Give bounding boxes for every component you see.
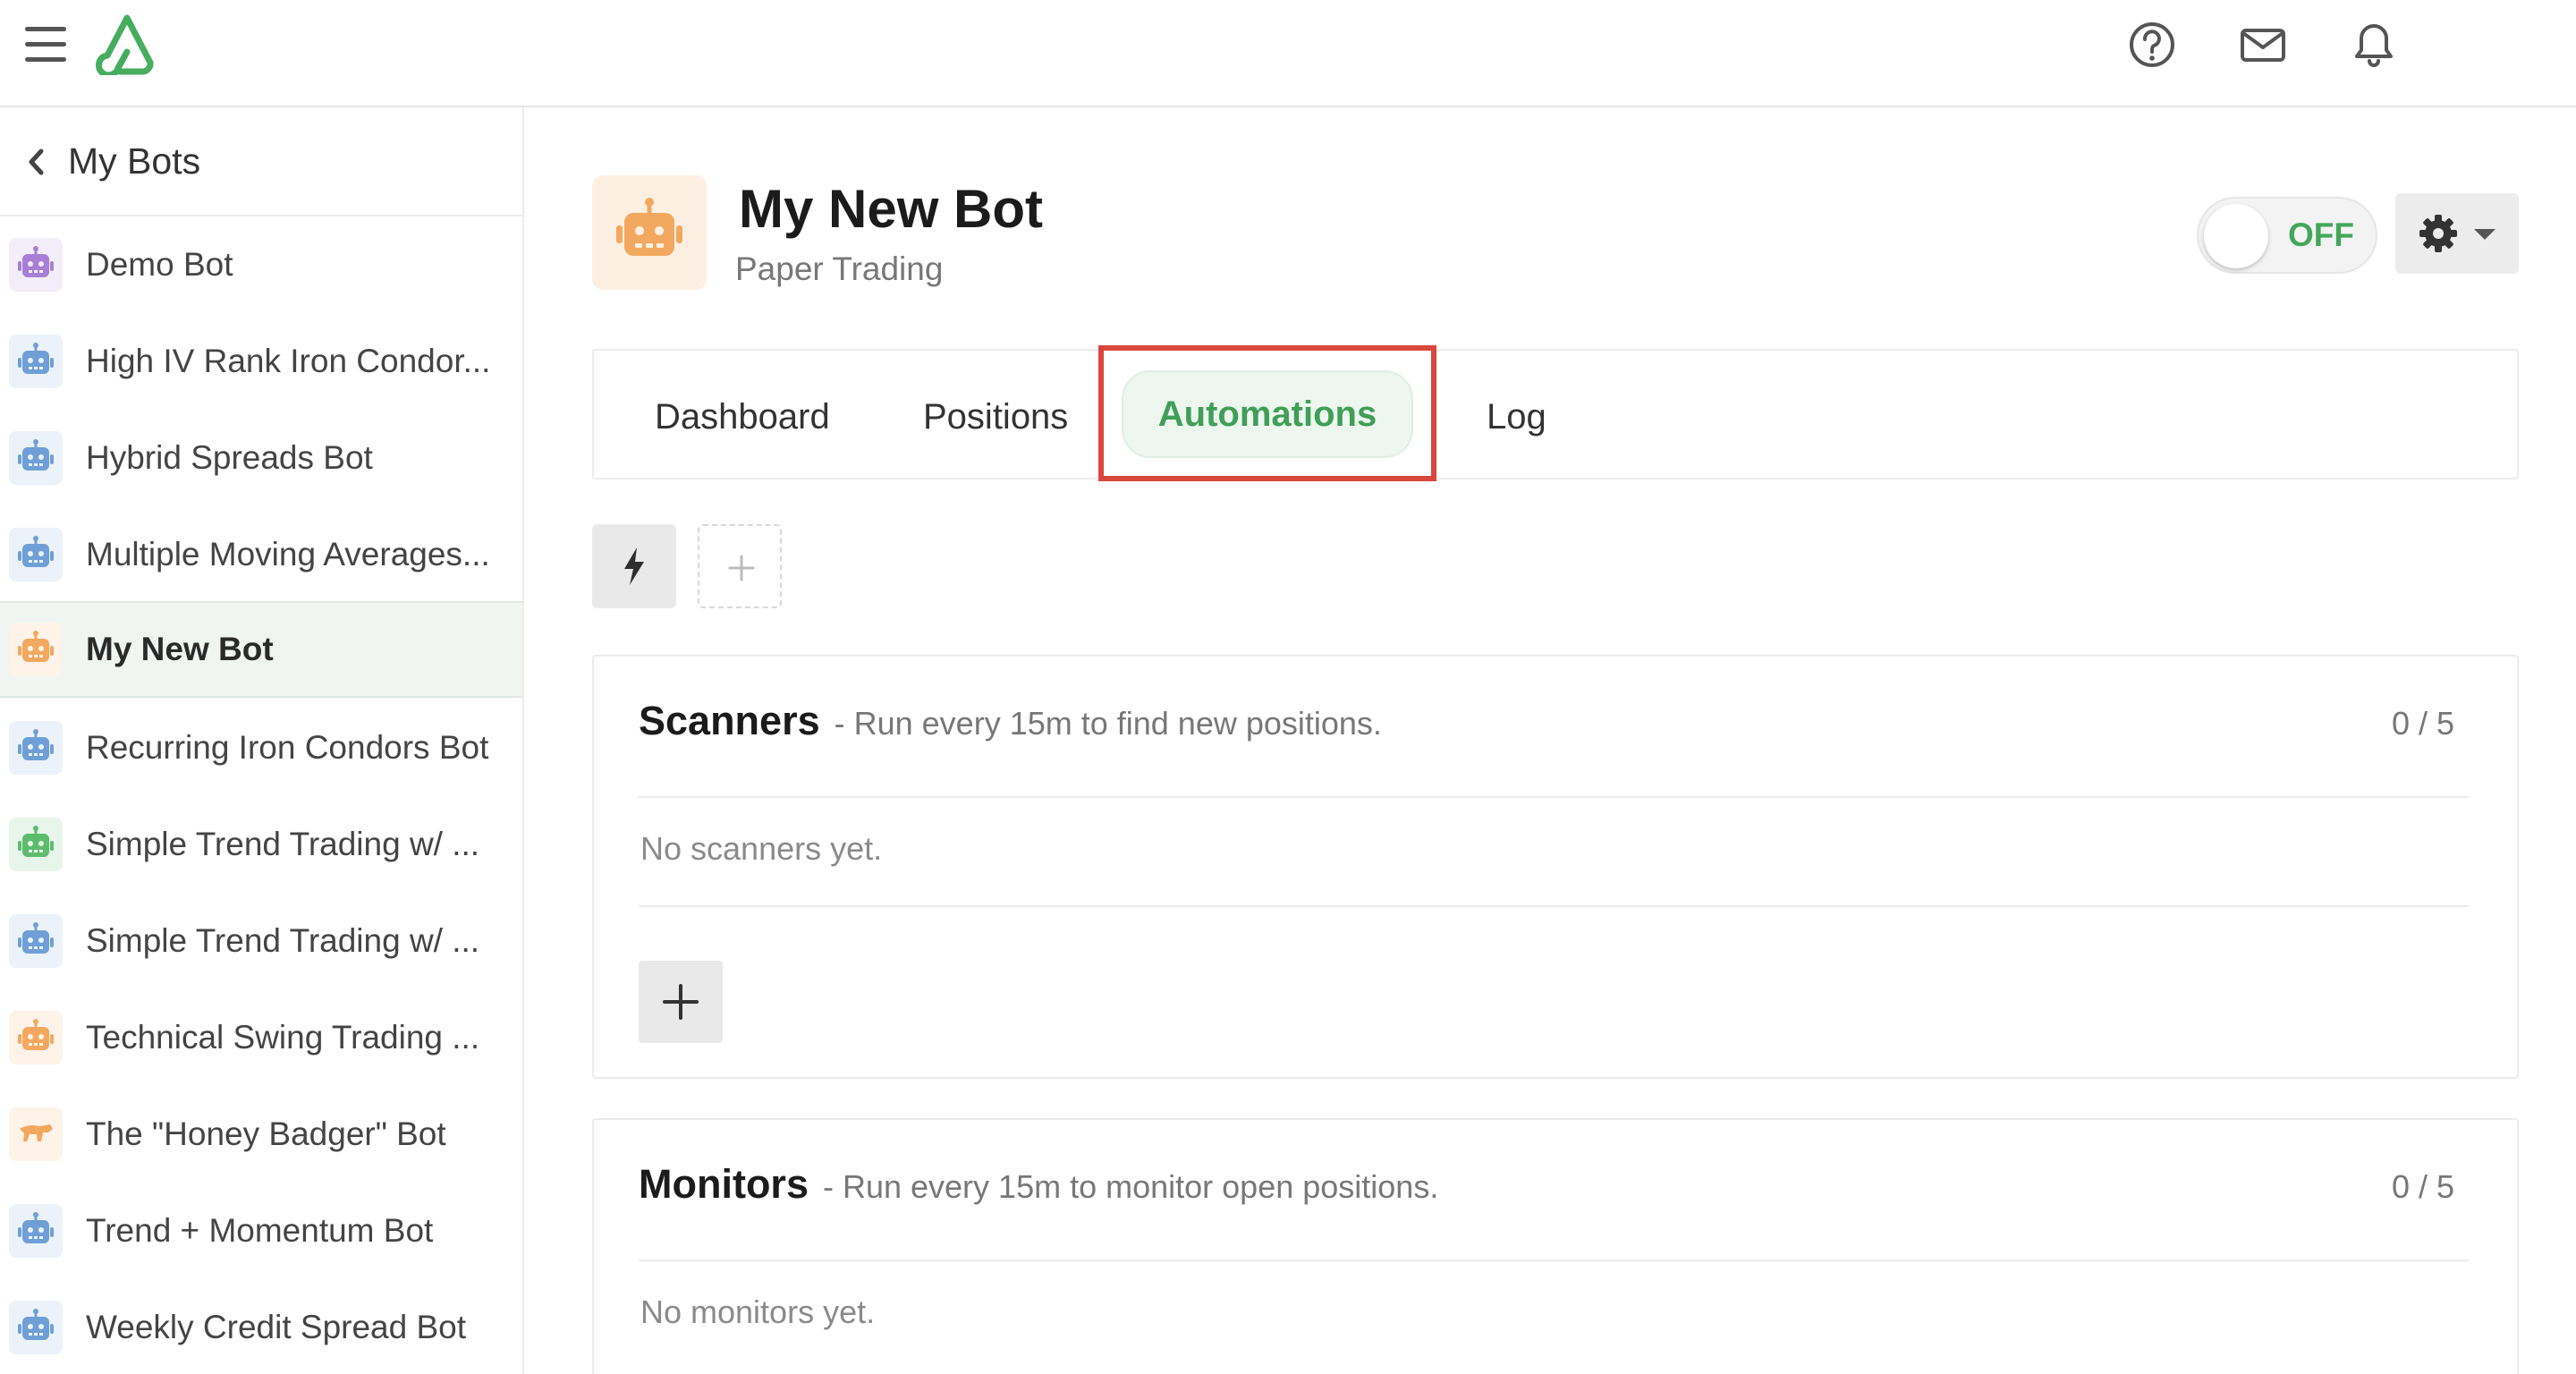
toggle-knob (2204, 204, 2268, 268)
app-logo[interactable] (93, 13, 161, 79)
mail-icon[interactable] (2236, 18, 2290, 72)
add-automation-button[interactable] (698, 524, 782, 608)
sidebar-bot-item[interactable]: Simple Trend Trading w/ ... (0, 893, 522, 986)
sidebar-bot-label: Demo Bot (86, 246, 233, 283)
tab-log[interactable]: Log (1487, 388, 1546, 445)
sidebar-bot-item[interactable]: My New Bot (0, 601, 522, 698)
bot-on-off-toggle[interactable]: OFF (2197, 197, 2377, 274)
divider (639, 1260, 2469, 1261)
highlight-annotation-box (1098, 345, 1436, 481)
robot-icon (9, 914, 63, 968)
robot-icon (9, 623, 63, 676)
robot-icon (9, 238, 63, 292)
sidebar-bot-label: Hybrid Spreads Bot (86, 439, 373, 476)
tab-dashboard[interactable]: Dashboard (655, 388, 830, 445)
sidebar-bot-item[interactable]: Multiple Moving Averages... (0, 506, 522, 599)
monitors-empty-message: No monitors yet. (640, 1293, 876, 1330)
sidebar-bot-item[interactable]: High IV Rank Iron Condor... (0, 313, 522, 406)
automation-trigger-button[interactable] (592, 524, 676, 608)
section-description: - Run every 15m to monitor open position… (822, 1168, 1439, 1205)
robot-icon (9, 1204, 63, 1258)
scanners-card: Scanners - Run every 15m to find new posi… (592, 655, 2519, 1079)
chevron-left-icon (29, 148, 44, 175)
sidebar-bot-item[interactable]: The "Honey Badger" Bot (0, 1086, 522, 1179)
sidebar-bot-label: The "Honey Badger" Bot (86, 1115, 446, 1152)
plus-icon (728, 555, 755, 581)
badger-icon (9, 1107, 63, 1161)
section-title: Scanners (639, 698, 820, 743)
section-title: Monitors (639, 1161, 809, 1207)
monitors-count: 0 / 5 (2391, 1168, 2454, 1205)
add-scanner-button[interactable] (639, 961, 723, 1043)
hamburger-menu-icon[interactable] (25, 27, 66, 63)
sidebar-bot-label: Simple Trend Trading w/ ... (86, 922, 480, 959)
plus-icon (663, 984, 699, 1020)
back-to-my-bots-link[interactable]: My Bots (0, 107, 522, 216)
robot-icon (9, 1011, 63, 1064)
gear-icon (2419, 215, 2457, 252)
lightning-icon (624, 547, 644, 585)
sidebar-bot-item[interactable]: Technical Swing Trading ... (0, 989, 522, 1082)
main-content: My New Bot Paper Trading OFF Dashboard P… (526, 107, 2576, 1374)
robot-icon (616, 198, 682, 256)
sidebar-bot-label: Recurring Iron Condors Bot (86, 729, 489, 766)
sidebar-bot-label: Weekly Credit Spread Bot (86, 1309, 467, 1345)
sidebar: My Bots Demo Bot High IV Rank Iron Condor… (0, 107, 524, 1374)
monitors-header: Monitors - Run every 15m to monitor open … (639, 1161, 1438, 1208)
section-description: - Run every 15m to find new positions. (834, 705, 1382, 742)
sidebar-bot-label: Trend + Momentum Bot (86, 1212, 434, 1249)
top-bar (0, 0, 2576, 107)
tab-positions[interactable]: Positions (923, 388, 1068, 445)
sidebar-bot-item[interactable]: Simple Trend Trading w/ ... (0, 796, 522, 889)
sidebar-bot-item[interactable]: Recurring Iron Condors Bot (0, 700, 522, 793)
sidebar-bot-label: Technical Swing Trading ... (86, 1019, 480, 1056)
back-label: My Bots (68, 140, 201, 182)
scanners-empty-message: No scanners yet. (640, 830, 883, 867)
robot-icon (9, 721, 63, 775)
robot-icon (9, 528, 63, 581)
divider (639, 905, 2469, 907)
robot-icon (9, 431, 63, 485)
sidebar-bot-item[interactable]: Trend + Momentum Bot (0, 1183, 522, 1276)
help-icon[interactable] (2125, 18, 2179, 72)
sidebar-bot-item[interactable]: Demo Bot (0, 216, 522, 310)
robot-icon (9, 1301, 63, 1354)
monitors-card: Monitors - Run every 15m to monitor open … (592, 1118, 2519, 1374)
tab-bar: Dashboard Positions Automations Log (592, 349, 2519, 479)
bot-avatar (592, 175, 707, 290)
scanners-header: Scanners - Run every 15m to find new posi… (639, 698, 1382, 744)
sidebar-bot-label: High IV Rank Iron Condor... (86, 343, 491, 379)
sidebar-bot-item[interactable]: Hybrid Spreads Bot (0, 410, 522, 503)
robot-icon (9, 818, 63, 871)
sidebar-bot-label: Multiple Moving Averages... (86, 536, 490, 572)
bot-mode-subtitle: Paper Trading (735, 250, 944, 287)
sidebar-bot-item[interactable]: Weekly Credit Spread Bot (0, 1279, 522, 1372)
sidebar-bot-label: My New Bot (86, 631, 274, 667)
settings-dropdown-button[interactable] (2395, 193, 2519, 274)
scanners-count: 0 / 5 (2391, 705, 2454, 742)
divider (639, 796, 2469, 798)
toggle-label: OFF (2288, 216, 2354, 253)
robot-icon (9, 335, 63, 388)
sidebar-bot-label: Simple Trend Trading w/ ... (86, 826, 480, 862)
caret-down-icon (2474, 229, 2496, 240)
bell-icon[interactable] (2347, 18, 2401, 72)
page-title: My New Bot (739, 179, 1044, 239)
